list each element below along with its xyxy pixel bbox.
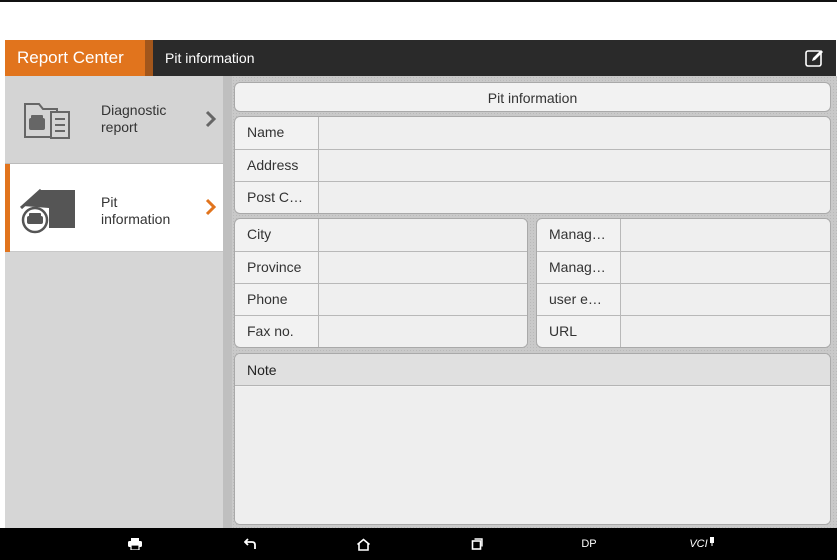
phone-input[interactable] [319, 284, 527, 315]
app-header: Report Center Pit information [5, 40, 836, 76]
note-textarea[interactable] [235, 387, 830, 524]
top-fields-panel: Name Address Post C… [234, 116, 831, 214]
dp-button[interactable]: DP [572, 528, 606, 560]
pit-info-form: Pit information Name Address Post C… Cit… [232, 76, 837, 528]
field-row-address: Address [235, 149, 830, 181]
chevron-right-icon [205, 197, 217, 217]
postcode-input[interactable] [319, 182, 830, 213]
field-row-manager: Manag… [537, 219, 830, 251]
user-email-input[interactable] [621, 284, 830, 315]
field-label: Address [235, 150, 319, 181]
sidebar-item-diagnostic-report[interactable]: Diagnostic report [5, 76, 223, 164]
field-row-city: City [235, 219, 527, 251]
edit-icon[interactable] [804, 47, 826, 69]
app-title[interactable]: Report Center [5, 40, 145, 76]
field-label: City [235, 219, 319, 251]
field-row-postcode: Post C… [235, 181, 830, 213]
field-row-name: Name [235, 117, 830, 149]
top-divider [0, 0, 837, 2]
province-input[interactable] [319, 252, 527, 283]
field-label: Phone [235, 284, 319, 315]
field-label: Fax no. [235, 316, 319, 347]
field-label: Manag… [537, 219, 621, 251]
system-nav-bar: DP VCI [0, 528, 837, 560]
field-label: Province [235, 252, 319, 283]
vci-button[interactable]: VCI [684, 528, 720, 560]
garage-car-icon [19, 184, 75, 234]
sidebar-item-pit-information[interactable]: Pit information [5, 164, 223, 252]
car-document-icon [19, 96, 75, 144]
field-label: URL [537, 316, 621, 347]
sidebar-item-label: Diagnostic report [101, 102, 167, 135]
recent-apps-icon[interactable] [462, 528, 492, 560]
field-label: Name [235, 117, 319, 149]
vci-connector-icon [709, 536, 714, 546]
field-label: Post C… [235, 182, 319, 213]
sidebar-scroll-edge [223, 76, 232, 528]
field-row-user-email: user e… [537, 283, 830, 315]
manager-2-input[interactable] [621, 252, 830, 283]
field-label: user e… [537, 284, 621, 315]
note-panel: Note [234, 353, 831, 525]
address-input[interactable] [319, 150, 830, 181]
printer-icon[interactable] [120, 528, 150, 560]
chevron-right-icon [205, 109, 217, 129]
back-icon[interactable] [236, 528, 266, 560]
field-row-province: Province [235, 251, 527, 283]
header-separator [145, 40, 153, 76]
note-label: Note [235, 354, 830, 386]
field-row-phone: Phone [235, 283, 527, 315]
sidebar: Diagnostic report Pit information [5, 76, 223, 528]
page-title: Pit information [165, 50, 255, 66]
left-fields-panel: City Province Phone Fax no. [234, 218, 528, 348]
right-fields-panel: Manag… Manag… user e… URL [536, 218, 831, 348]
fax-input[interactable] [319, 316, 527, 347]
field-row-url: URL [537, 315, 830, 347]
name-input[interactable] [319, 117, 830, 149]
manager-input[interactable] [621, 219, 830, 251]
sidebar-item-label: Pit information [101, 194, 171, 227]
city-input[interactable] [319, 219, 527, 251]
field-row-manager-2: Manag… [537, 251, 830, 283]
url-input[interactable] [621, 316, 830, 347]
field-row-fax: Fax no. [235, 315, 527, 347]
dp-label: DP [581, 538, 597, 550]
vci-label: VCI [689, 538, 708, 550]
field-label: Manag… [537, 252, 621, 283]
home-icon[interactable] [348, 528, 378, 560]
form-title: Pit information [234, 82, 831, 112]
